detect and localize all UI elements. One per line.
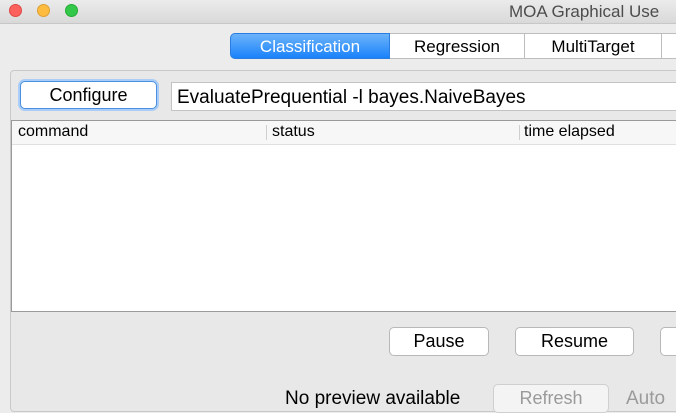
command-field[interactable]: EvaluatePrequential -l bayes.NaiveBayes [171, 82, 676, 111]
tab-regression[interactable]: Regression [390, 33, 525, 59]
tab-multitarget[interactable]: MultiTarget [525, 33, 662, 59]
minimize-window-icon[interactable] [37, 4, 50, 17]
column-divider[interactable] [519, 125, 520, 140]
auto-refresh-label[interactable]: Auto [626, 388, 665, 410]
refresh-button[interactable]: Refresh [493, 384, 609, 413]
column-header-time-elapsed[interactable]: time elapsed [524, 123, 615, 141]
column-header-command[interactable]: command [18, 123, 88, 141]
preview-status: No preview available [285, 388, 461, 409]
tab-more[interactable] [662, 33, 676, 59]
title-bar: MOA Graphical Use [0, 0, 676, 24]
resume-button[interactable]: Resume [515, 327, 634, 356]
configure-button[interactable]: Configure [20, 81, 157, 109]
partial-button[interactable] [660, 327, 676, 356]
task-table[interactable]: command status time elapsed [11, 120, 676, 312]
column-header-status[interactable]: status [272, 123, 315, 141]
column-divider[interactable] [266, 125, 267, 140]
tab-classification[interactable]: Classification [230, 33, 390, 59]
maximize-window-icon[interactable] [65, 4, 78, 17]
close-window-icon[interactable] [9, 4, 22, 17]
table-header: command status time elapsed [12, 121, 676, 145]
pause-button[interactable]: Pause [389, 327, 489, 356]
tab-bar: Classification Regression MultiTarget [230, 33, 676, 61]
window-title: MOA Graphical Use [509, 2, 660, 21]
